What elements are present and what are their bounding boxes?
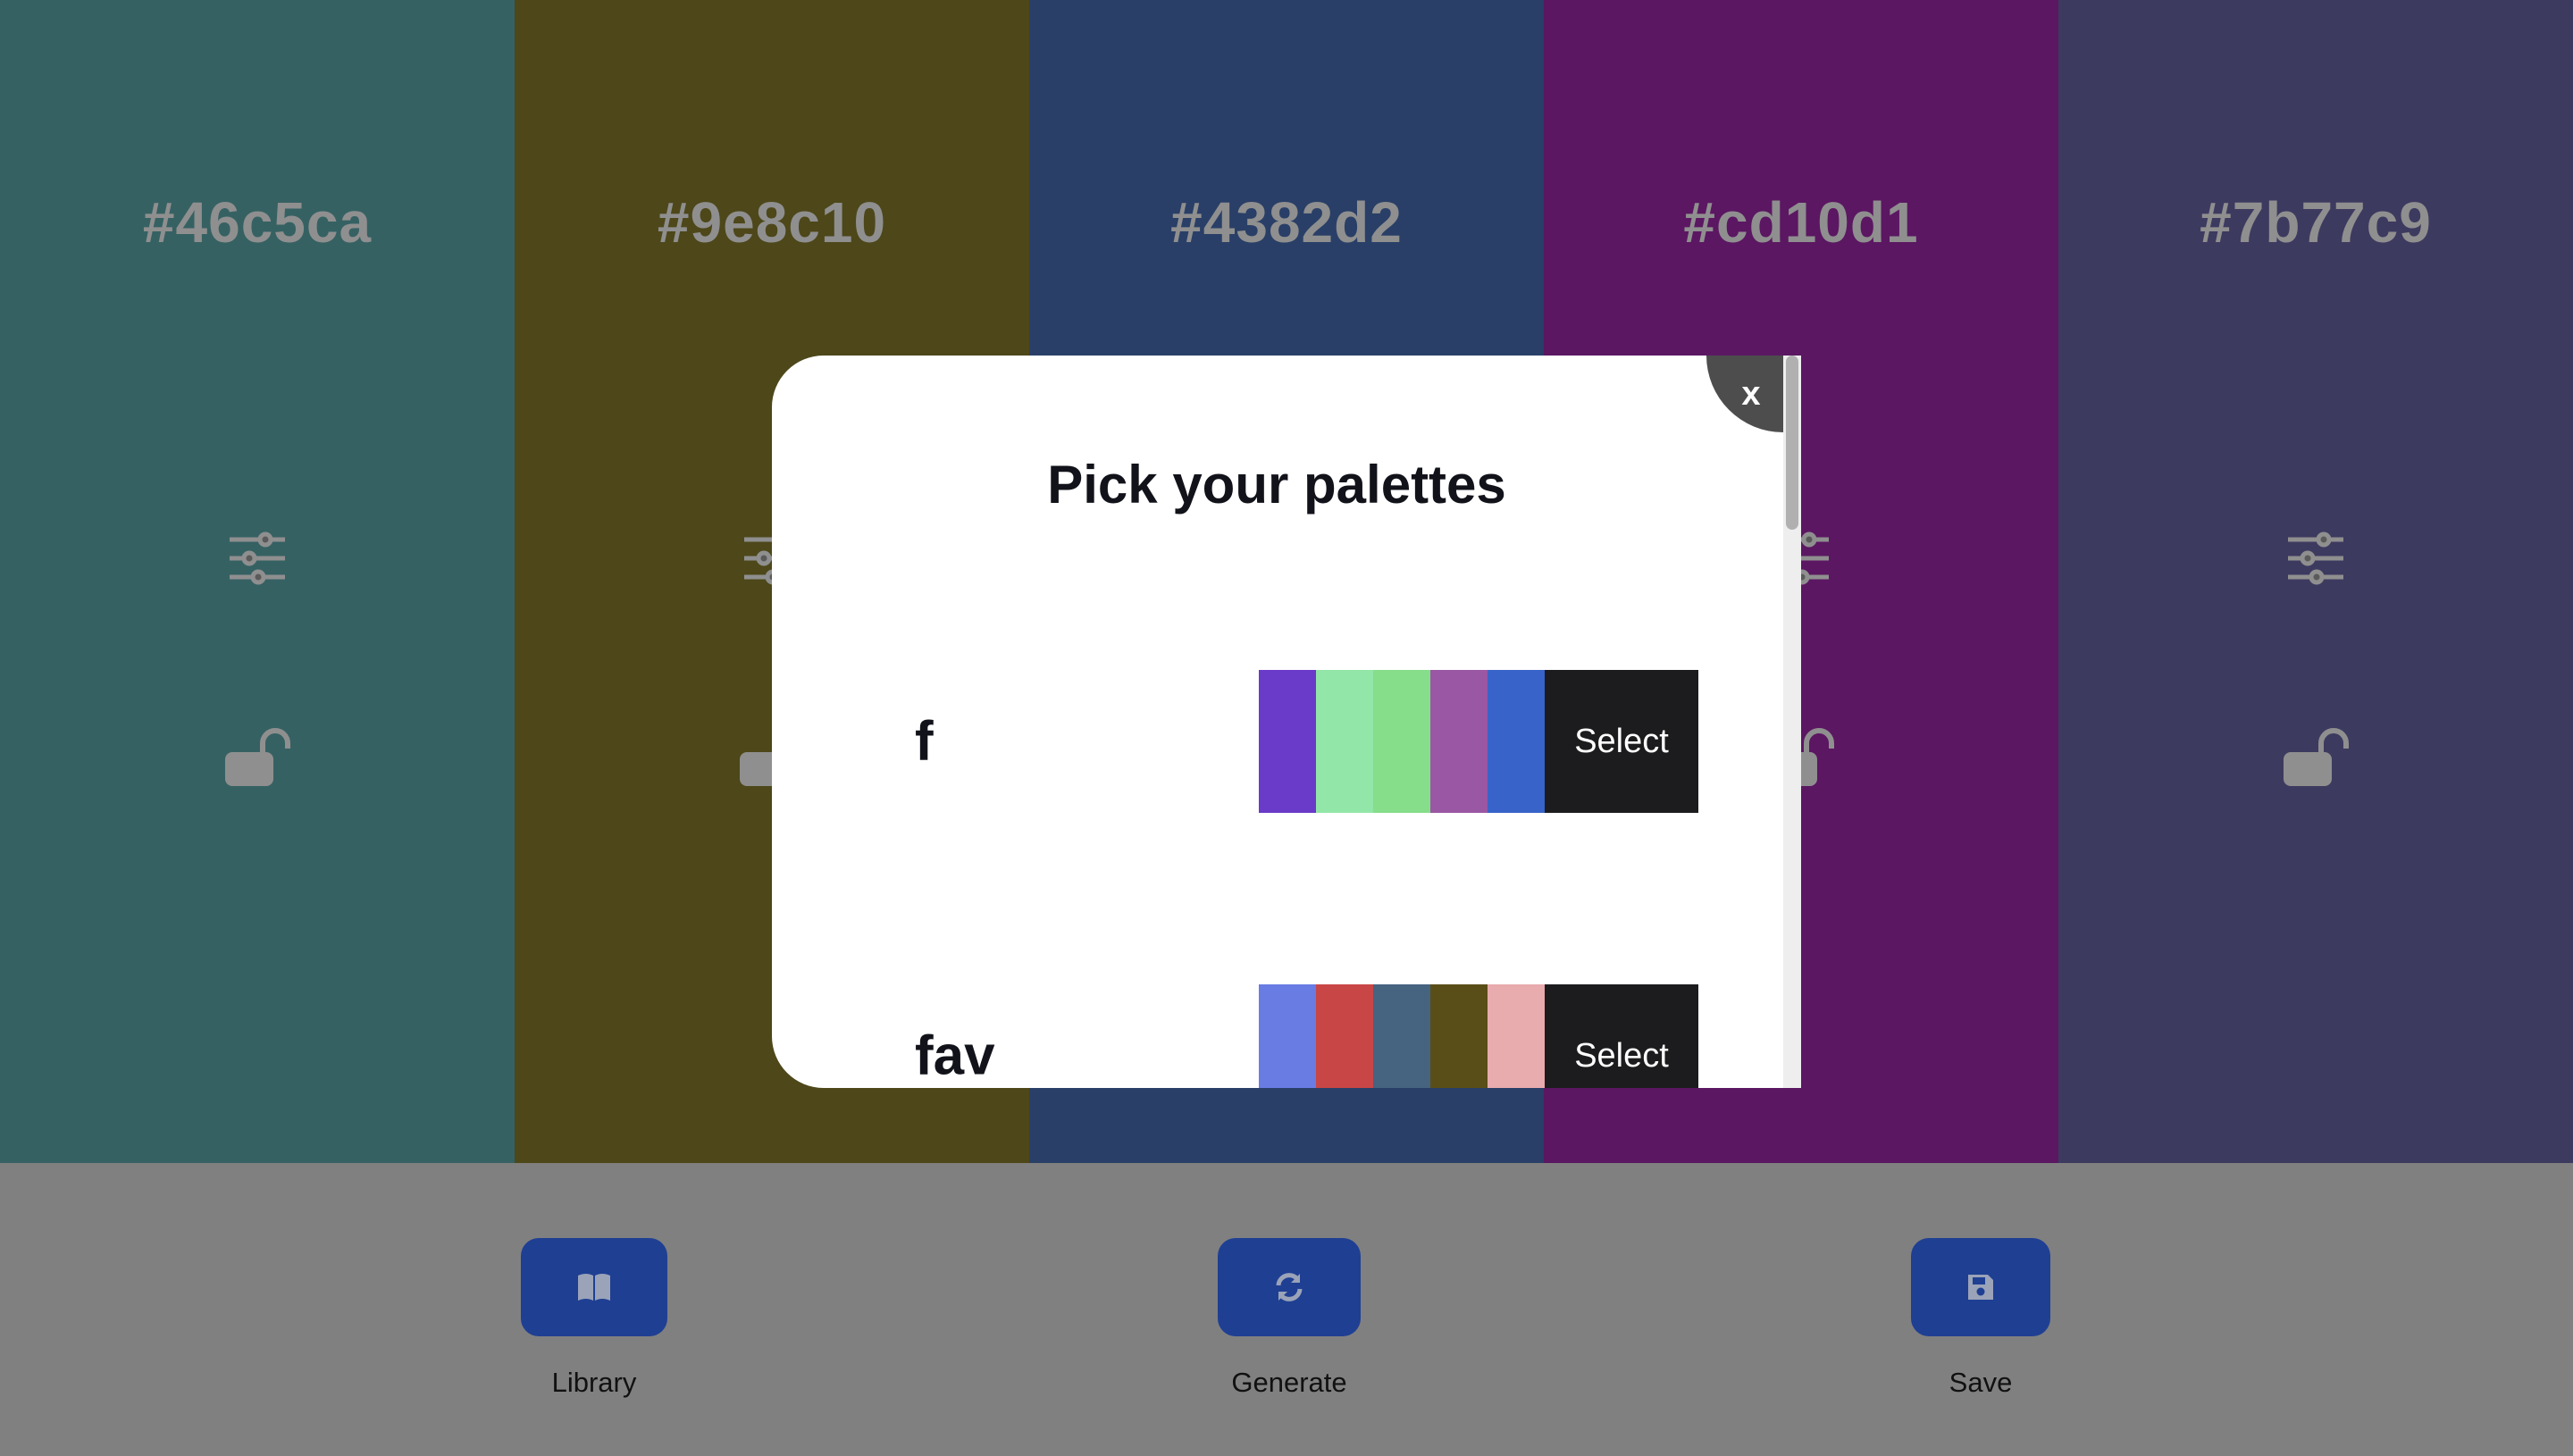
palette-swatch — [1316, 670, 1373, 813]
generate-button[interactable] — [1218, 1238, 1361, 1336]
library-label: Library — [551, 1367, 637, 1398]
palette-name: fav — [915, 1025, 995, 1087]
close-button[interactable]: x — [1706, 356, 1783, 432]
generate-label: Generate — [1231, 1367, 1347, 1398]
palette-swatch — [1430, 984, 1488, 1088]
generate-control: Generate — [1200, 1238, 1379, 1399]
save-label: Save — [1949, 1367, 2013, 1398]
modal-scrollbar[interactable] — [1783, 356, 1801, 1088]
sliders-icon[interactable] — [2284, 527, 2347, 590]
palette-row: f Select — [772, 670, 1781, 813]
hex-label-5[interactable]: #7b77c9 — [2058, 189, 2573, 255]
palette-name: f — [915, 710, 934, 773]
library-button[interactable] — [521, 1238, 667, 1336]
refresh-icon — [1276, 1273, 1303, 1301]
palette-swatches: Select — [1259, 670, 1698, 813]
select-palette-button[interactable]: Select — [1545, 984, 1698, 1088]
hex-label-1[interactable]: #46c5ca — [0, 189, 515, 255]
palette-swatch — [1488, 984, 1545, 1088]
palette-swatch — [1488, 670, 1545, 813]
library-control: Library — [505, 1238, 683, 1399]
save-control: Save — [1891, 1238, 2070, 1399]
palette-swatch — [1430, 670, 1488, 813]
save-icon — [1968, 1275, 1993, 1300]
modal-title: Pick your palettes — [1047, 455, 1506, 515]
palette-swatch — [1259, 984, 1316, 1088]
palette-swatches: Select — [1259, 984, 1698, 1088]
sliders-icon[interactable] — [226, 527, 289, 590]
unlock-icon[interactable] — [222, 725, 293, 788]
hex-label-3[interactable]: #4382d2 — [1029, 189, 1544, 255]
palette-swatch — [1316, 984, 1373, 1088]
palette-swatch — [1259, 670, 1316, 813]
book-icon — [578, 1274, 610, 1301]
palette-swatch — [1373, 984, 1430, 1088]
palette-picker-modal: Pick your palettes x f Select fav Select — [772, 356, 1801, 1088]
palette-row: fav Select — [772, 984, 1781, 1088]
select-palette-button[interactable]: Select — [1545, 670, 1698, 813]
color-column-5: #7b77c9 — [2058, 0, 2573, 1163]
hex-label-2[interactable]: #9e8c10 — [515, 189, 1029, 255]
palette-swatch — [1373, 670, 1430, 813]
save-button[interactable] — [1911, 1238, 2050, 1336]
control-bar: Library Generate Save — [0, 1163, 2573, 1456]
color-column-1: #46c5ca — [0, 0, 515, 1163]
hex-label-4[interactable]: #cd10d1 — [1544, 189, 2058, 255]
unlock-icon[interactable] — [2280, 725, 2351, 788]
scrollbar-thumb[interactable] — [1786, 356, 1798, 530]
